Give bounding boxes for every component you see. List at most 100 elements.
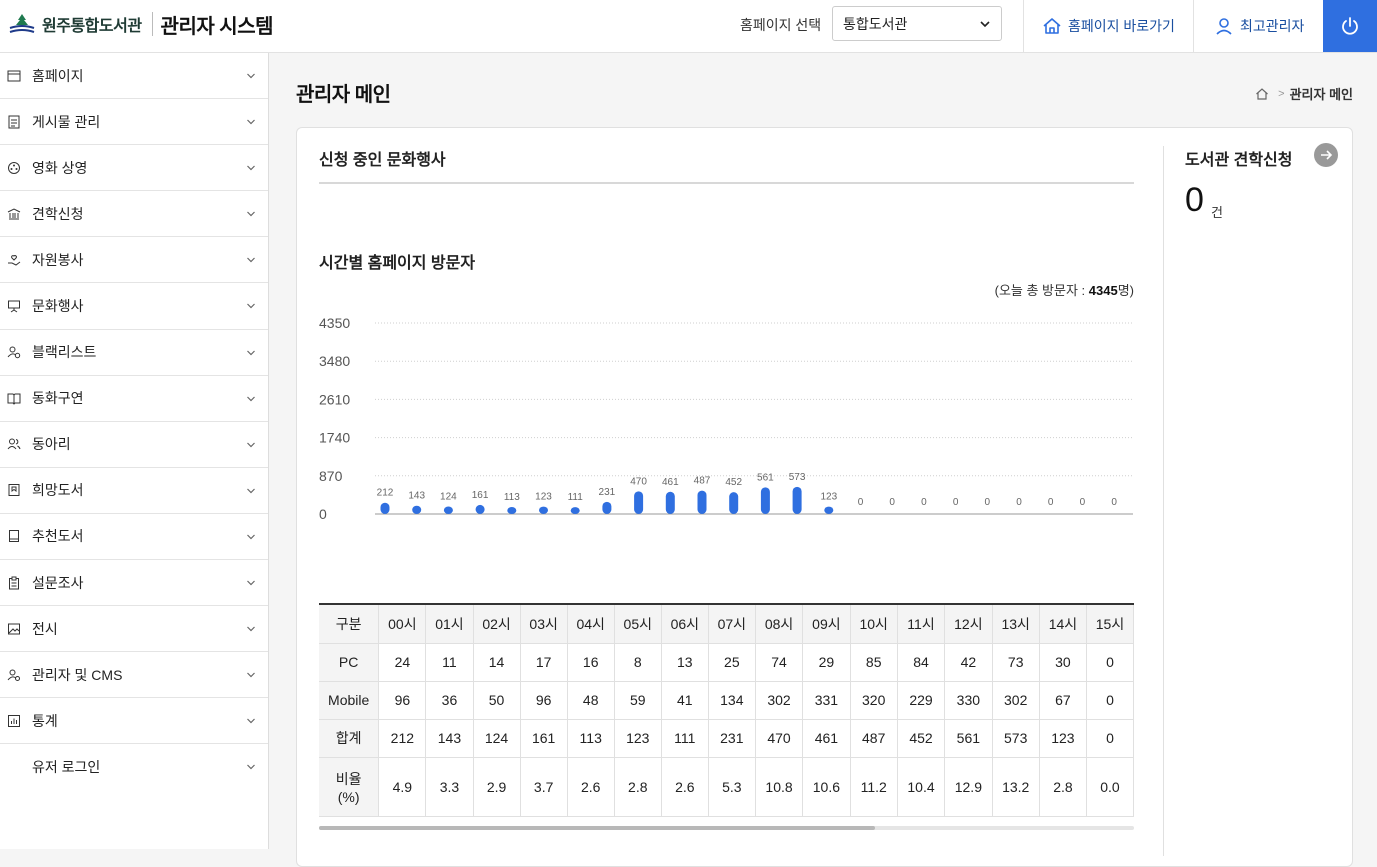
table-cell: 111: [661, 719, 709, 758]
table-cell: 14: [473, 643, 521, 682]
admin-user-button[interactable]: 최고관리자: [1193, 0, 1323, 52]
bar[interactable]: [507, 507, 517, 514]
vertical-divider: [1163, 146, 1164, 856]
breadcrumb: > 관리자 메인: [1255, 84, 1353, 103]
column-header: 09시: [802, 605, 851, 644]
bar[interactable]: [792, 486, 802, 514]
events-section-title: 신청 중인 문화행사: [319, 152, 446, 169]
chevron-down-icon: [247, 396, 255, 402]
table-cell: 13: [661, 643, 709, 682]
table-cell: 452: [897, 719, 946, 758]
sidebar-item-9[interactable]: 희망도서: [0, 468, 268, 514]
column-header: 07시: [708, 605, 756, 644]
bar[interactable]: [665, 491, 675, 514]
logo-divider: [151, 12, 153, 36]
table-cell: 561: [944, 719, 993, 758]
bar[interactable]: [443, 506, 453, 514]
bar[interactable]: [824, 506, 834, 514]
tour-more-button[interactable]: [1314, 143, 1338, 167]
row-header: 합계: [319, 719, 380, 758]
total-prefix: (오늘 총 방문자 :: [994, 283, 1089, 298]
user-block-icon: [7, 346, 21, 359]
table-cell: 5.3: [708, 757, 756, 817]
sidebar-item-label: 견학신청: [32, 205, 84, 222]
table-cell: 2.8: [614, 757, 662, 817]
sidebar-item-13[interactable]: 관리자 및 CMS: [0, 652, 268, 699]
sidebar-item-7[interactable]: 동화구연: [0, 376, 268, 422]
org-name: 원주통합도서관: [42, 18, 142, 35]
bar[interactable]: [697, 490, 707, 514]
table-row: 합계 212 143 124 161 113 123 111 231 470 461 487 452 56…: [319, 719, 1134, 758]
home-icon[interactable]: [1255, 87, 1269, 101]
sidebar-item-1[interactable]: 게시물 관리: [0, 99, 268, 146]
homepage-select[interactable]: 통합도서관: [832, 6, 1002, 41]
presentation-icon: [8, 300, 20, 313]
bar[interactable]: [760, 487, 770, 514]
bar-value-label: 0: [1111, 497, 1117, 508]
bar-value-label: 161: [472, 490, 489, 501]
bar-value-label: 143: [408, 491, 425, 502]
sidebar-item-3[interactable]: 견학신청: [0, 191, 268, 238]
table-cell: 30: [1039, 643, 1087, 682]
sidebar-item-label: 동화구연: [32, 390, 84, 407]
sidebar-item-10[interactable]: 추천도서: [0, 514, 268, 561]
sidebar-item-label: 유저 로그인: [32, 759, 101, 776]
logo[interactable]: 원주통합도서관 관리자 시스템: [8, 11, 274, 38]
table-cell: 331: [802, 681, 851, 720]
table-cell: 229: [897, 681, 946, 720]
table-cell: 161: [520, 719, 568, 758]
home-icon: [1043, 18, 1061, 34]
sidebar-item-5[interactable]: 문화행사: [0, 283, 268, 330]
chevron-down-icon: [247, 488, 255, 494]
chevron-down-icon: [247, 534, 255, 540]
scrollbar-thumb[interactable]: [319, 826, 875, 830]
table-cell: 36: [425, 681, 474, 720]
table-cell: 29: [802, 643, 851, 682]
homepage-link-button[interactable]: 홈페이지 바로가기: [1023, 0, 1194, 52]
y-tick-label: 4350: [319, 315, 350, 331]
sidebar-item-label: 설문조사: [32, 574, 84, 591]
bar[interactable]: [539, 506, 548, 514]
user-icon: [1216, 18, 1232, 35]
logout-button[interactable]: [1323, 0, 1377, 52]
chevron-down-icon: [247, 764, 255, 770]
bar[interactable]: [729, 492, 739, 514]
bar-value-label: 212: [377, 488, 394, 499]
sidebar-item-0[interactable]: 홈페이지: [0, 53, 268, 100]
sidebar-item-15[interactable]: 유저 로그인: [0, 744, 268, 790]
table-cell: 48: [567, 681, 615, 720]
sidebar-item-12[interactable]: 전시: [0, 606, 268, 653]
table-cell: 3.7: [520, 757, 568, 817]
chevron-down-icon: [247, 165, 255, 171]
table-scrollbar[interactable]: [319, 826, 1134, 830]
column-header: 11시: [897, 605, 946, 644]
bar[interactable]: [412, 505, 422, 514]
table-cell: 24: [378, 643, 427, 682]
sidebar-item-8[interactable]: 동아리: [0, 422, 268, 468]
y-tick-label: 870: [319, 468, 343, 484]
bar[interactable]: [380, 502, 390, 514]
power-icon: [1342, 17, 1358, 35]
bar[interactable]: [475, 504, 485, 514]
bar-value-label: 561: [757, 472, 774, 483]
chevron-down-icon: [247, 672, 255, 678]
sidebar-item-14[interactable]: 통계: [0, 698, 268, 745]
bar[interactable]: [634, 491, 644, 514]
table-cell: 10.4: [897, 757, 946, 817]
sidebar-item-2[interactable]: 영화 상영: [0, 145, 268, 192]
sidebar-item-4[interactable]: 자원봉사: [0, 237, 268, 284]
film-reel-icon: [8, 161, 20, 174]
hourly-visitors-table[interactable]: 구분 00시 01시 02시 03시 04시 05시 06시 07시 08시 09시 10시 11시 12…: [319, 603, 1134, 819]
chevron-down-icon: [247, 580, 255, 586]
sidebar-item-11[interactable]: 설문조사: [0, 560, 268, 607]
table-cell: 96: [520, 681, 568, 720]
chevron-down-icon: [247, 257, 255, 263]
table-cell: 42: [944, 643, 993, 682]
bar[interactable]: [570, 507, 580, 514]
chevron-down-icon: [247, 211, 255, 217]
bar[interactable]: [602, 501, 612, 514]
column-header: 01시: [425, 605, 474, 644]
chevron-down-icon: [247, 442, 255, 448]
sidebar-item-6[interactable]: 블랙리스트: [0, 330, 268, 376]
table-cell: 3.3: [425, 757, 474, 817]
